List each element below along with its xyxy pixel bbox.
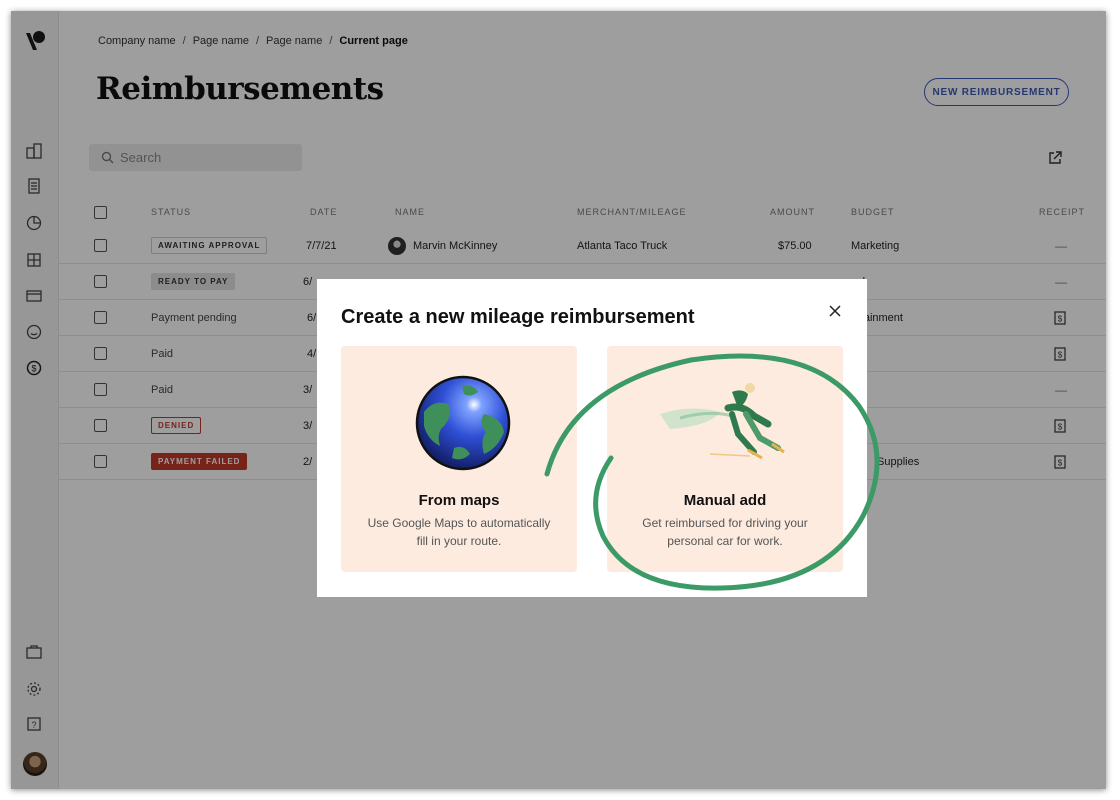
card-description: Get reimbursed for driving your personal… (642, 516, 808, 548)
card-description: Use Google Maps to automatically fill in… (367, 516, 551, 548)
mileage-modal: Create a new mileage reimbursement From … (317, 279, 867, 597)
from-maps-card[interactable]: From maps Use Google Maps to automatical… (341, 346, 577, 572)
globe-illustration (415, 375, 511, 471)
manual-add-card[interactable]: Manual add Get reimbursed for driving yo… (607, 346, 843, 572)
modal-title: Create a new mileage reimbursement (341, 306, 695, 328)
card-title: Manual add (683, 492, 767, 509)
card-title: From maps (418, 492, 500, 509)
runner-illustration (660, 383, 785, 460)
close-icon[interactable] (827, 303, 843, 319)
app-window: $ ? Company name / Page name / Page name / Cur… (11, 11, 1106, 789)
